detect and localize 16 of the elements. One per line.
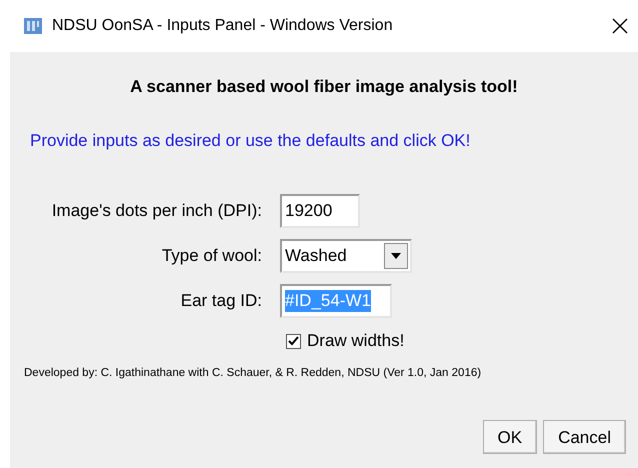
text-field[interactable]: 19200 — [280, 194, 360, 228]
instructions: Provide inputs as desired or use the defaults and click OK! — [29, 130, 472, 152]
app-icon — [24, 18, 42, 34]
checkbox-label: Draw widths! — [307, 330, 404, 352]
field-label: Ear tag ID: — [180, 290, 263, 312]
caret-icon — [384, 242, 408, 268]
window-title: NDSU OonSA - Inputs Panel - Windows Version — [52, 16, 394, 36]
dropdown[interactable]: Washed — [280, 238, 412, 272]
dialog-button[interactable]: Cancel — [543, 420, 626, 454]
heading: A scanner based wool fiber image analysis tool! — [129, 76, 519, 98]
dialog-button[interactable]: OK — [482, 420, 538, 454]
field-label: Type of wool: — [160, 244, 263, 267]
credits: Developed by: C. Igathinathane with C. Schauer, & R. Redden, NDSU (Ver 1.0, Jan 2016) — [23, 366, 482, 381]
field-label: Image's dots per inch (DPI): — [50, 200, 263, 222]
close-icon[interactable] — [612, 18, 628, 34]
checkbox[interactable] — [286, 334, 301, 348]
